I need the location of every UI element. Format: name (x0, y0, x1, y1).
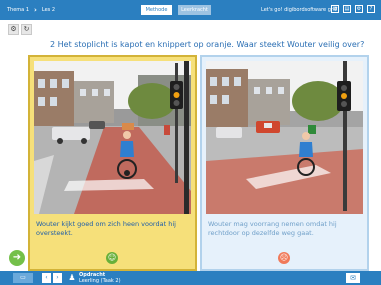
top-bar: Thema 1 › Les 2 Methode Leerkracht Let's… (0, 0, 381, 20)
question-text: 2 Het stoplicht is kapot en knippert op … (50, 40, 365, 49)
grid-icon[interactable]: ▦ (331, 5, 339, 13)
breadcrumb: Thema 1 › Les 2 (7, 5, 55, 14)
next-button[interactable]: ➜ (9, 250, 25, 266)
breadcrumb-theme[interactable]: Thema 1 (7, 7, 29, 13)
mail-icon: ✉ (350, 274, 356, 282)
help-icon[interactable]: ? (367, 5, 375, 13)
refresh-button[interactable]: ↻ (21, 24, 32, 35)
top-icons: ▦ ▤ ⚙ ? (331, 5, 375, 13)
photo-answer-1 (34, 61, 191, 214)
sad-face-icon[interactable]: ☹ (278, 252, 290, 264)
user-icon: ♟ (68, 273, 76, 282)
tab-methode[interactable]: Methode (141, 5, 172, 15)
chevron-right-icon: › (34, 5, 37, 14)
assignment-subtitle: Leerling (Taak 2) (79, 278, 121, 284)
settings-button[interactable]: ⚙ (8, 24, 19, 35)
tab-leerkracht[interactable]: Leerkracht (178, 5, 211, 15)
refresh-icon: ↻ (23, 25, 30, 33)
check-icon[interactable]: ☺ (106, 252, 118, 264)
document-icon: ▭ (20, 274, 26, 281)
previous-button[interactable]: ‹ (42, 273, 51, 283)
answer-card-2[interactable]: Wouter mag voorrang nemen omdat hij rech… (200, 55, 369, 271)
photo-answer-2 (206, 61, 363, 214)
brand-title: Let's go! digibordsoftware gr 7 (261, 7, 338, 13)
document-button[interactable]: ▭ (13, 273, 33, 283)
answer-card-1[interactable]: Wouter kijkt goed om zich heen voordat h… (28, 55, 197, 271)
assignment-info: Opdracht Leerling (Taak 2) (79, 272, 121, 284)
gear-icon: ⚙ (10, 25, 17, 33)
mail-button[interactable]: ✉ (346, 273, 360, 283)
settings-icon[interactable]: ⚙ (355, 5, 363, 13)
book-icon[interactable]: ▤ (343, 5, 351, 13)
arrow-right-icon: ➜ (12, 252, 22, 263)
bottom-bar: ▭ ‹ › ♟ Opdracht Leerling (Taak 2) ✉ (0, 271, 381, 285)
answer-caption-1: Wouter kijkt goed om zich heen voordat h… (36, 220, 176, 237)
answer-caption-2: Wouter mag voorrang nemen omdat hij rech… (208, 220, 337, 237)
breadcrumb-lesson[interactable]: Les 2 (42, 7, 55, 13)
chevron-right-icon: › (56, 274, 59, 281)
toolbar: ⚙ ↻ (8, 24, 32, 35)
next-page-button[interactable]: › (53, 273, 62, 283)
chevron-left-icon: ‹ (45, 274, 48, 281)
